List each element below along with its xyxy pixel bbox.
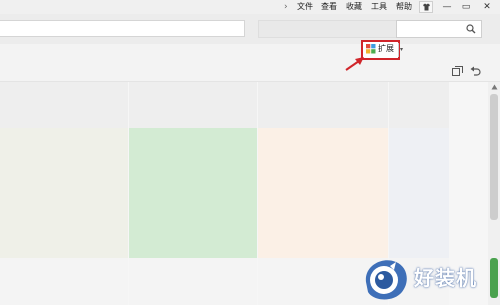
skin-icon — [422, 3, 430, 11]
tile-header — [389, 82, 449, 128]
tile-header — [129, 82, 257, 128]
tile-header — [0, 82, 128, 128]
extensions-separator — [398, 43, 399, 57]
undo-icon[interactable] — [470, 66, 481, 76]
extensions-grid-icon — [366, 44, 376, 54]
speed-dial-tile[interactable] — [0, 128, 128, 258]
menu-file[interactable]: 文件 — [297, 1, 313, 13]
skin-button[interactable] — [419, 1, 433, 13]
address-bar[interactable] — [0, 20, 245, 37]
watermark-text: 好装机 — [414, 266, 477, 290]
toolbar — [0, 44, 500, 82]
restore-tabs-icon[interactable] — [452, 66, 463, 76]
tile-header — [258, 82, 388, 128]
speed-dial-tile[interactable] — [129, 258, 257, 305]
search-icon[interactable] — [466, 24, 476, 34]
speed-dial-tile[interactable] — [258, 128, 388, 258]
menu-chevron-icon[interactable]: › — [284, 1, 292, 13]
scrollbar-accent — [490, 258, 498, 298]
menu-view[interactable]: 查看 — [321, 1, 337, 13]
speed-dial-tile[interactable] — [129, 128, 257, 258]
watermark-logo — [365, 260, 407, 300]
close-button[interactable]: ✕ — [480, 1, 494, 13]
extensions-dropdown-icon[interactable]: ▾ — [400, 46, 407, 54]
menu-help[interactable]: 帮助 — [396, 1, 412, 13]
speed-dial-tile[interactable] — [0, 258, 128, 305]
minimize-button[interactable]: — — [440, 1, 454, 13]
red-arrow-annotation — [345, 57, 364, 71]
maximize-button[interactable]: ▭ — [459, 1, 473, 13]
scroll-up-icon[interactable] — [491, 84, 498, 90]
extensions-label: 扩展 — [378, 44, 394, 53]
scrollbar-thumb[interactable] — [490, 94, 498, 220]
menu-favorites[interactable]: 收藏 — [346, 1, 362, 13]
speed-dial-tile[interactable] — [389, 128, 449, 258]
menu-tools[interactable]: 工具 — [371, 1, 387, 13]
